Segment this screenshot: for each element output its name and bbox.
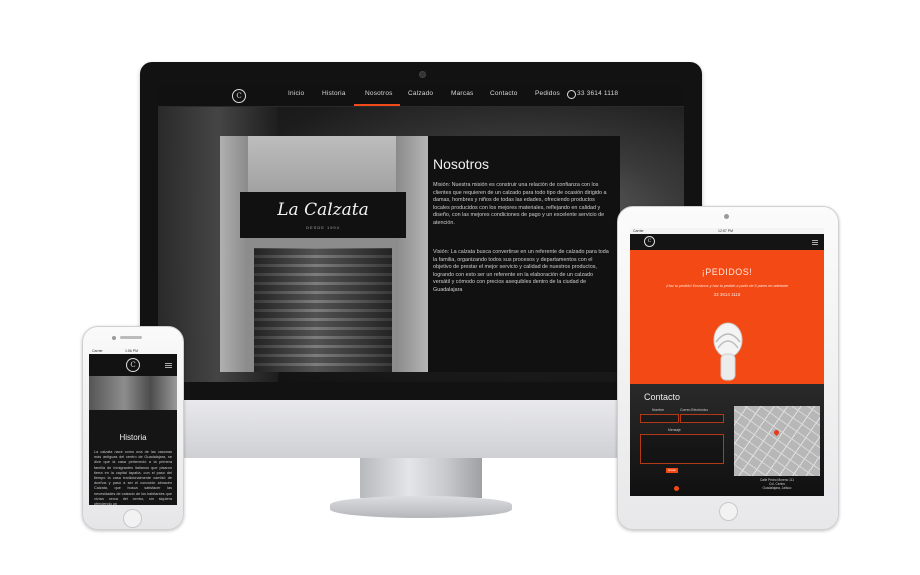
store-sign-text: La Calzata	[277, 200, 369, 220]
brand-logo-icon[interactable]: C	[126, 358, 140, 372]
menu-icon[interactable]	[812, 240, 818, 241]
phone-hero-photo	[89, 376, 177, 410]
whatsapp-icon	[567, 90, 576, 99]
camera-icon	[419, 71, 426, 78]
nav-contacto[interactable]: Contacto	[490, 90, 518, 97]
nav-phone[interactable]: 33 3614 1118	[577, 90, 618, 97]
store-pillar-left	[220, 136, 248, 372]
mision-text: Misión: Nuestra misión es construir una …	[433, 182, 607, 226]
nosotros-panel: Nosotros Misión: Nuestra misión es const…	[428, 136, 620, 372]
camera-icon	[724, 214, 729, 219]
mensaje-textarea[interactable]	[640, 434, 724, 464]
brand-logo-icon[interactable]: C	[232, 89, 246, 103]
nav-active-indicator	[354, 104, 400, 106]
nav-pedidos[interactable]: Pedidos	[535, 90, 560, 97]
pedidos-section: ¡PEDIDOS! ¡Haz tu pedido! Envíanos y haz…	[630, 250, 824, 384]
vision-text: Visión: La calzata busca convertirse en …	[433, 249, 609, 293]
send-button[interactable]: Enviar	[666, 468, 678, 473]
label-correo: Correo Electrónico	[680, 408, 709, 412]
store-sign-subtitle: DESDE 1994	[306, 225, 340, 230]
contacto-section: Contacto Nombre Correo Electrónico Mensa…	[630, 384, 824, 496]
speaker-icon	[120, 336, 142, 339]
whatsapp-float-icon[interactable]	[674, 486, 679, 491]
imac-stand	[360, 458, 482, 498]
home-button	[123, 509, 142, 528]
pedidos-title: ¡PEDIDOS!	[701, 267, 753, 277]
sandal-icon	[713, 322, 743, 381]
address-line-3: Guadalajara, Jalisco	[762, 486, 792, 491]
nav-historia[interactable]: Historia	[322, 90, 346, 97]
home-button	[719, 502, 738, 521]
phone-section-title: Historia	[119, 433, 147, 442]
desktop-screen: C Inicio Historia Nosotros Calzado Marca…	[158, 84, 684, 382]
store-sign: La Calzata DESDE 1994	[240, 192, 406, 238]
menu-icon[interactable]	[165, 363, 172, 364]
section-title: Nosotros	[433, 156, 490, 172]
tablet-screen: Carrier 12:57 PM C ¡PEDIDOS! ¡Haz tu ped…	[630, 228, 824, 496]
brand-logo-icon[interactable]: C	[644, 236, 655, 247]
store-photo: La Calzata DESDE 1994	[220, 136, 428, 372]
phone-header: C	[89, 354, 177, 376]
location-map[interactable]	[734, 406, 820, 476]
camera-icon	[112, 336, 116, 340]
send-button-label: Enviar	[668, 469, 676, 472]
nav-marcas[interactable]: Marcas	[451, 90, 474, 97]
phone-screen: Carrier 1:56 PM C Historia La calzata na…	[89, 348, 177, 505]
nav-inicio[interactable]: Inicio	[288, 90, 304, 97]
contacto-title: Contacto	[644, 392, 681, 402]
pedidos-subtitle: ¡Haz tu pedido! Envíanos y haz tu pedido…	[665, 284, 789, 288]
nav-calzado[interactable]: Calzado	[408, 90, 433, 97]
map-pin-icon[interactable]	[772, 428, 781, 437]
phone-section-text: La calzata nace como una de las casonas …	[94, 450, 172, 505]
correo-input[interactable]	[680, 414, 724, 423]
desktop-navbar: C Inicio Historia Nosotros Calzado Marca…	[158, 84, 684, 107]
store-pillar-right	[396, 136, 428, 372]
label-mensaje: Mensaje	[668, 428, 681, 432]
pedidos-phone[interactable]: 33 3614 1118	[630, 292, 824, 297]
nombre-input[interactable]	[640, 414, 679, 423]
tablet-navbar: C	[630, 234, 824, 250]
nav-nosotros[interactable]: Nosotros	[365, 90, 393, 97]
label-nombre: Nombre	[652, 408, 665, 412]
imac-foot	[330, 496, 512, 518]
address-block: Calle Pedro Moreno 111 Col. Centro Guada…	[734, 478, 820, 491]
store-door	[254, 248, 392, 372]
